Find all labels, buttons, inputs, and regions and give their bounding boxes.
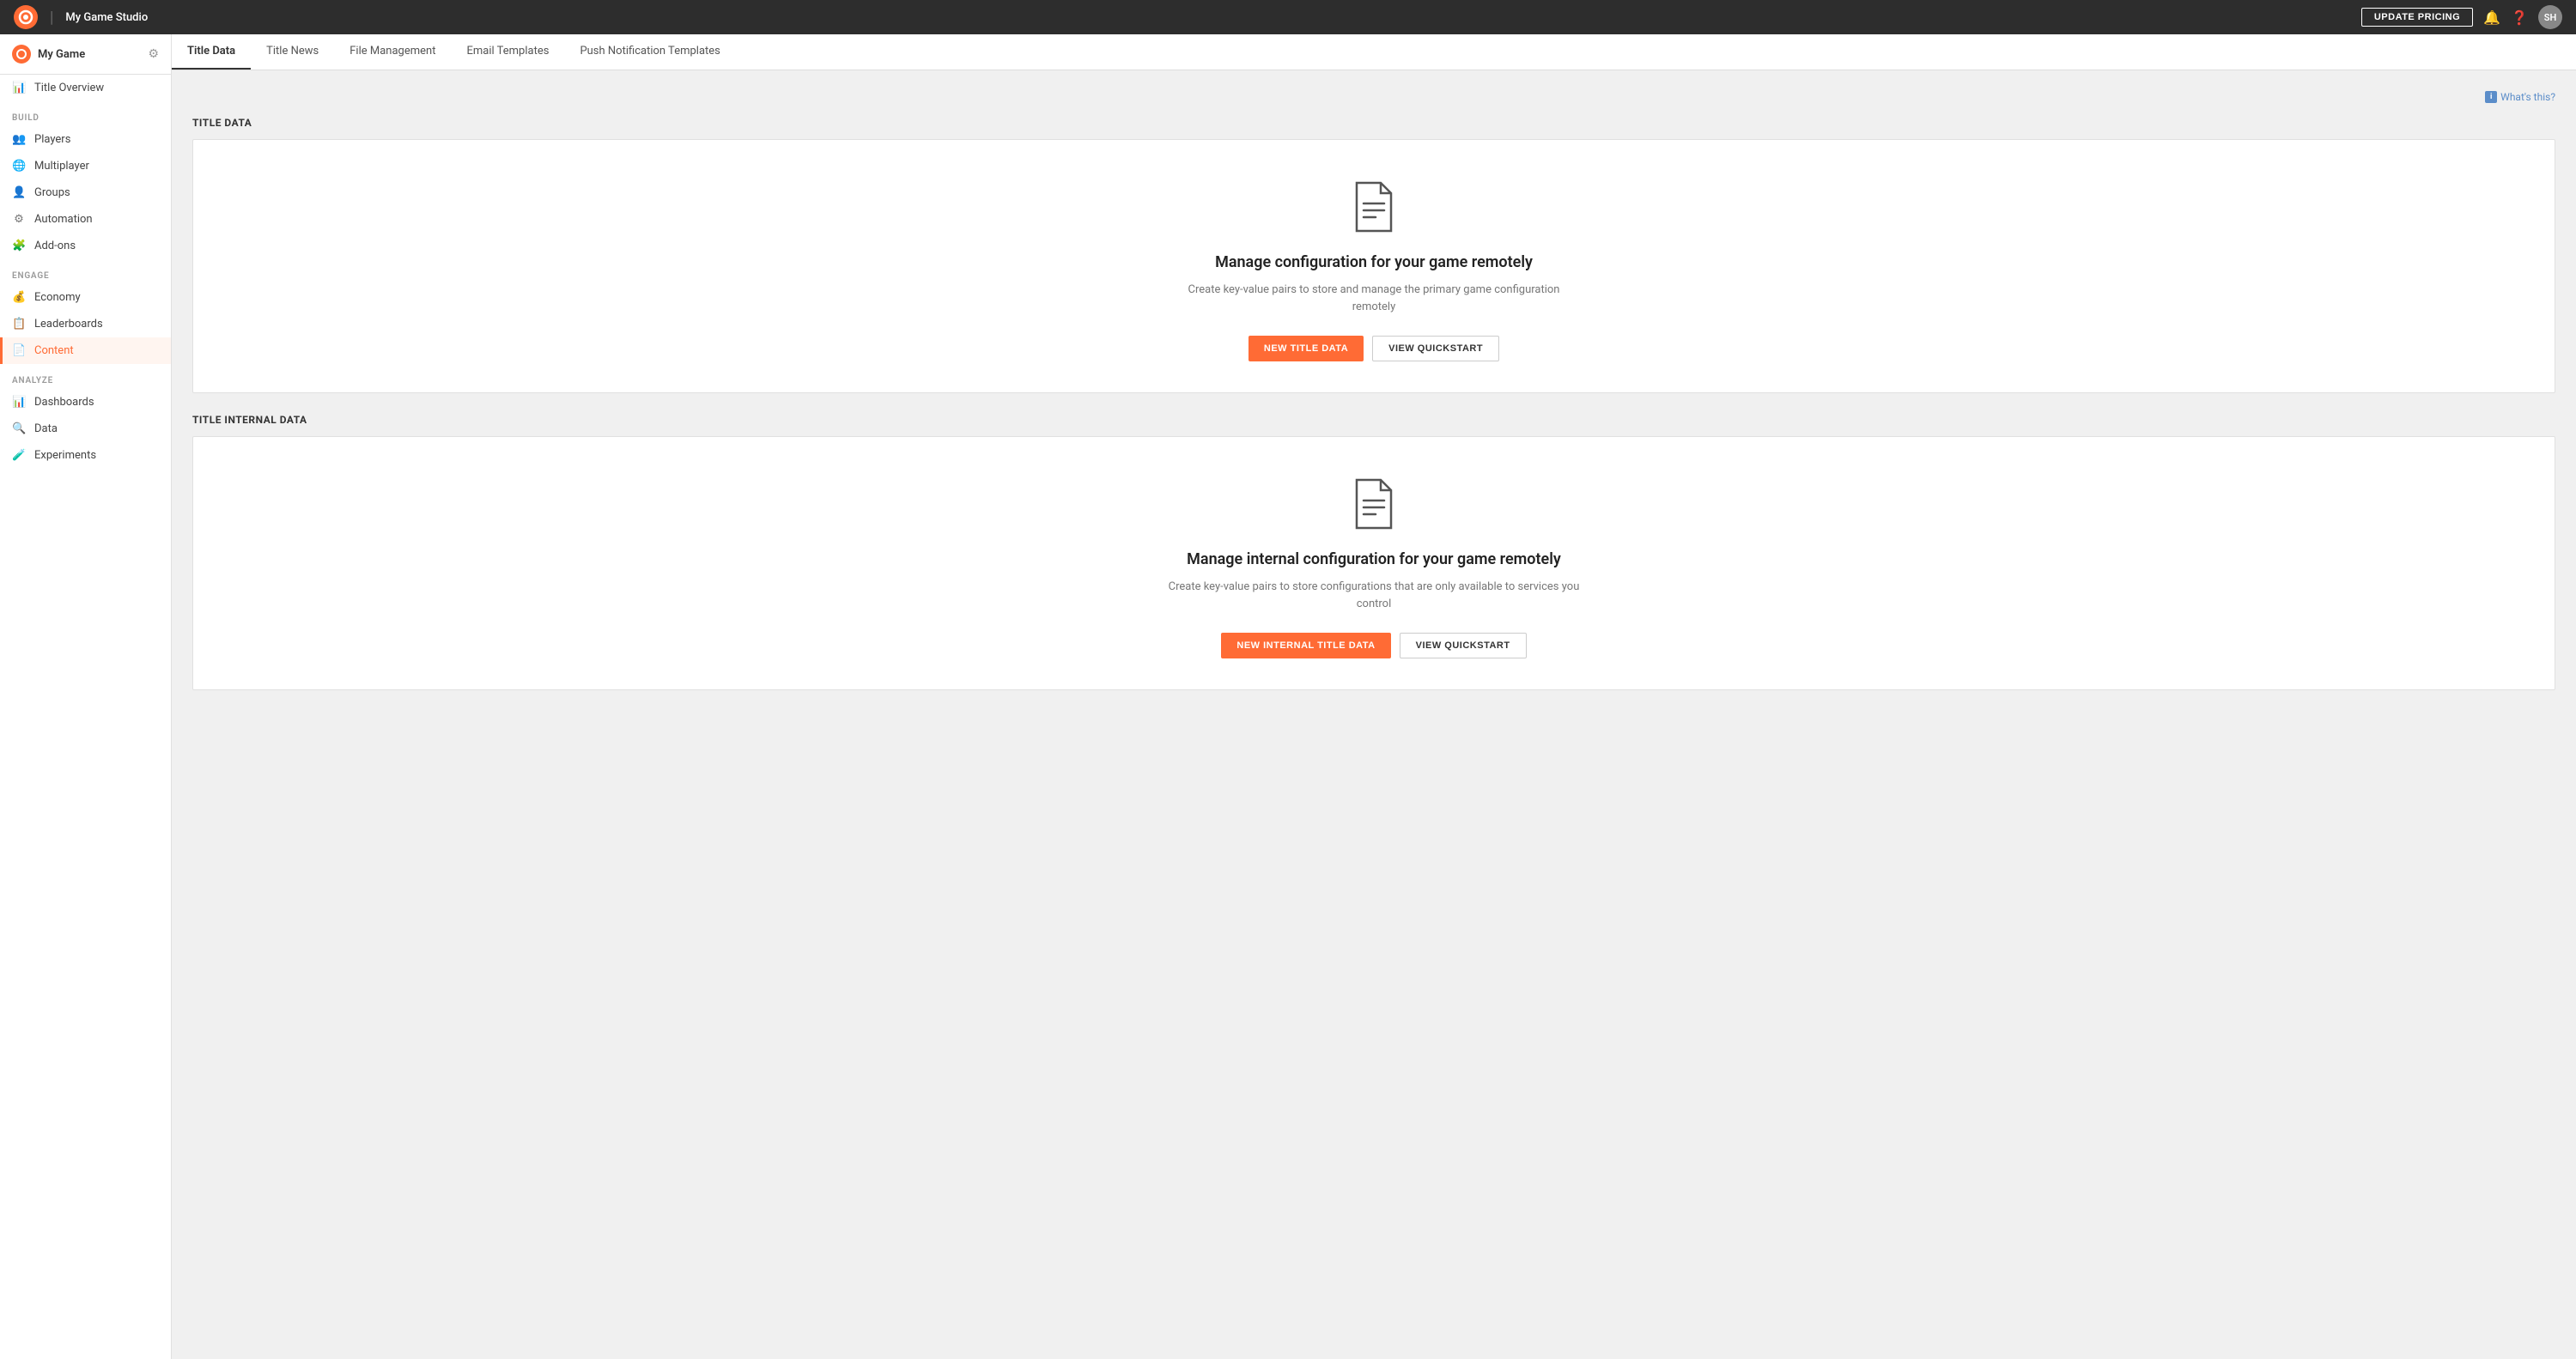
topbar-divider: |	[50, 9, 53, 27]
whats-this-bar: i What's this?	[192, 91, 2555, 103]
topbar-left: | My Game Studio	[14, 5, 148, 29]
topbar-studio-name: My Game Studio	[65, 11, 148, 24]
sidebar: My Game ⚙ 📊 Title Overview BUILD 👥 Playe…	[0, 34, 172, 1359]
title-data-card-desc: Create key-value pairs to store and mana…	[1168, 282, 1580, 315]
sidebar-item-addons[interactable]: 🧩 Add-ons	[0, 233, 171, 259]
title-data-section-title: TITLE DATA	[192, 117, 2555, 129]
new-internal-title-data-button[interactable]: NEW INTERNAL TITLE DATA	[1221, 633, 1390, 658]
dashboards-icon: 📊	[12, 396, 26, 409]
playfab-logo-icon	[14, 5, 38, 29]
sidebar-item-label: Title Overview	[34, 82, 104, 94]
content-icon: 📄	[12, 344, 26, 357]
help-icon[interactable]: ❓	[2511, 9, 2528, 26]
sidebar-item-label: Experiments	[34, 449, 96, 462]
content-area: Title Data Title News File Management Em…	[172, 34, 2576, 1359]
sidebar-item-economy[interactable]: 💰 Economy	[0, 284, 171, 311]
tab-file-management[interactable]: File Management	[334, 34, 451, 70]
sidebar-item-experiments[interactable]: 🧪 Experiments	[0, 442, 171, 469]
view-quickstart-button[interactable]: VIEW QUICKSTART	[1372, 336, 1499, 361]
sidebar-section-analyze: ANALYZE	[0, 364, 171, 389]
sidebar-item-title-overview[interactable]: 📊 Title Overview	[0, 75, 171, 101]
sidebar-item-label: Economy	[34, 291, 81, 304]
sidebar-item-data[interactable]: 🔍 Data	[0, 416, 171, 442]
tab-title-news[interactable]: Title News	[251, 34, 334, 70]
title-internal-data-card-title: Manage internal configuration for your g…	[1187, 550, 1561, 568]
automation-icon: ⚙	[12, 213, 26, 226]
sidebar-item-label: Add-ons	[34, 240, 76, 252]
economy-icon: 💰	[12, 291, 26, 304]
sidebar-item-content[interactable]: 📄 Content	[0, 337, 171, 364]
experiments-icon: 🧪	[12, 449, 26, 462]
main-layout: My Game ⚙ 📊 Title Overview BUILD 👥 Playe…	[0, 34, 2576, 1359]
title-data-card-title: Manage configuration for your game remot…	[1215, 253, 1533, 271]
title-data-card-actions: NEW TITLE DATA VIEW QUICKSTART	[1249, 336, 1499, 361]
sidebar-item-label: Leaderboards	[34, 318, 103, 331]
sidebar-game-name: My Game	[38, 48, 85, 61]
update-pricing-button[interactable]: UPDATE PRICING	[2361, 8, 2473, 27]
sidebar-section-engage: ENGAGE	[0, 259, 171, 284]
tab-title-data[interactable]: Title Data	[172, 34, 251, 70]
title-internal-data-section-title: TITLE INTERNAL DATA	[192, 414, 2555, 426]
sidebar-game-header: My Game ⚙	[0, 34, 171, 75]
title-data-card-icon	[1352, 181, 1396, 236]
document-icon-2	[1352, 478, 1396, 530]
new-title-data-button[interactable]: NEW TITLE DATA	[1249, 336, 1364, 361]
title-internal-data-card-desc: Create key-value pairs to store configur…	[1168, 579, 1580, 612]
sidebar-game-info: My Game	[12, 45, 85, 64]
sidebar-item-groups[interactable]: 👤 Groups	[0, 179, 171, 206]
user-avatar[interactable]: SH	[2538, 5, 2562, 29]
sidebar-item-label: Groups	[34, 186, 70, 199]
topbar-right: UPDATE PRICING 🔔 ❓ SH	[2361, 5, 2562, 29]
multiplayer-icon: 🌐	[12, 160, 26, 173]
info-icon: i	[2485, 91, 2497, 103]
tab-push-notification-templates[interactable]: Push Notification Templates	[564, 34, 735, 70]
title-internal-data-card-actions: NEW INTERNAL TITLE DATA VIEW QUICKSTART	[1221, 633, 1526, 658]
sidebar-item-label: Dashboards	[34, 396, 94, 409]
players-icon: 👥	[12, 133, 26, 146]
sidebar-item-label: Multiplayer	[34, 160, 89, 173]
whats-this-link[interactable]: i What's this?	[2485, 91, 2555, 103]
gear-icon[interactable]: ⚙	[148, 47, 159, 61]
page-content: i What's this? TITLE DATA Manage configu	[172, 70, 2576, 1359]
data-icon: 🔍	[12, 422, 26, 435]
tab-bar: Title Data Title News File Management Em…	[172, 34, 2576, 70]
groups-icon: 👤	[12, 186, 26, 199]
sidebar-section-build: BUILD	[0, 101, 171, 126]
view-quickstart-internal-button[interactable]: VIEW QUICKSTART	[1400, 633, 1527, 658]
bell-icon[interactable]: 🔔	[2483, 9, 2500, 26]
tab-email-templates[interactable]: Email Templates	[451, 34, 564, 70]
sidebar-item-leaderboards[interactable]: 📋 Leaderboards	[0, 311, 171, 337]
sidebar-item-label: Data	[34, 422, 58, 435]
document-icon	[1352, 181, 1396, 233]
title-data-card: Manage configuration for your game remot…	[192, 139, 2555, 393]
sidebar-item-players[interactable]: 👥 Players	[0, 126, 171, 153]
sidebar-item-label: Players	[34, 133, 70, 146]
sidebar-item-label: Content	[34, 344, 74, 357]
sidebar-item-dashboards[interactable]: 📊 Dashboards	[0, 389, 171, 416]
game-icon	[12, 45, 31, 64]
addons-icon: 🧩	[12, 240, 26, 252]
title-overview-icon: 📊	[12, 82, 26, 94]
sidebar-item-multiplayer[interactable]: 🌐 Multiplayer	[0, 153, 171, 179]
leaderboards-icon: 📋	[12, 318, 26, 331]
topbar: | My Game Studio UPDATE PRICING 🔔 ❓ SH	[0, 0, 2576, 34]
game-icon-inner	[16, 49, 27, 59]
sidebar-item-automation[interactable]: ⚙ Automation	[0, 206, 171, 233]
title-internal-data-card: Manage internal configuration for your g…	[192, 436, 2555, 690]
sidebar-item-label: Automation	[34, 213, 93, 226]
title-internal-data-card-icon	[1352, 478, 1396, 533]
